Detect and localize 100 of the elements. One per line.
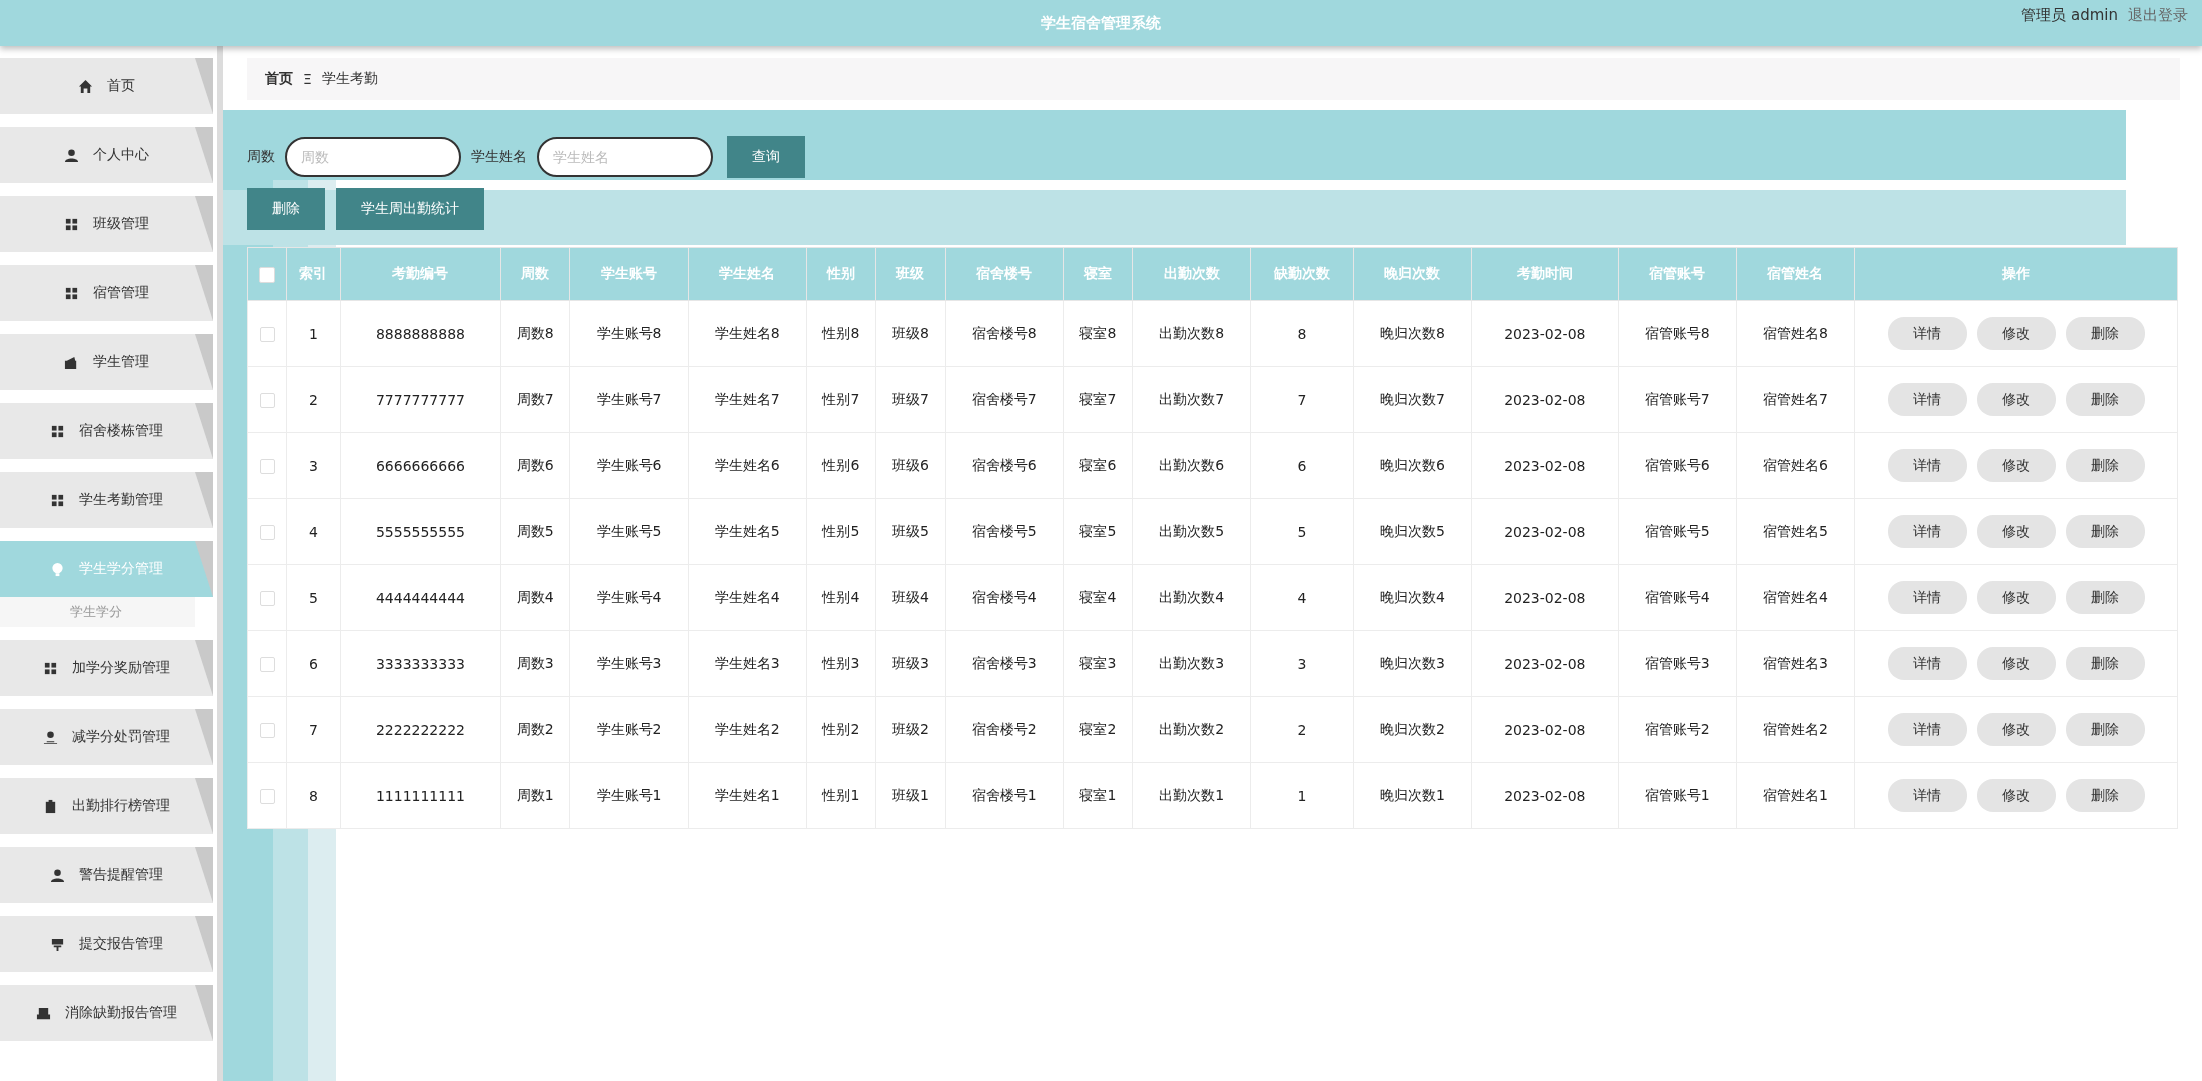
sidebar-item[interactable]: 宿舍楼栋管理 bbox=[0, 403, 213, 459]
search-button[interactable]: 查询 bbox=[727, 136, 805, 178]
checkbox[interactable] bbox=[259, 524, 275, 540]
table-cell: 2023-02-08 bbox=[1471, 366, 1619, 433]
menu-icon bbox=[43, 729, 58, 745]
table-cell: 6 bbox=[1250, 432, 1354, 499]
table-cell: 2 bbox=[1250, 696, 1354, 763]
table-cell: 宿管账号4 bbox=[1618, 564, 1737, 631]
table-cell: 宿管姓名2 bbox=[1736, 696, 1855, 763]
menu-icon bbox=[64, 285, 79, 301]
sidebar-item[interactable]: 消除缺勤报告管理 bbox=[0, 985, 213, 1041]
checkbox[interactable] bbox=[259, 722, 275, 738]
table-cell: 班级8 bbox=[875, 300, 946, 367]
checkbox[interactable] bbox=[259, 458, 275, 474]
row-action-button[interactable]: 详情 bbox=[1887, 515, 1967, 548]
sidebar-item[interactable]: 提交报告管理 bbox=[0, 916, 213, 972]
row-action-button[interactable]: 修改 bbox=[1976, 779, 2056, 812]
table-cell: 晚归次数7 bbox=[1353, 366, 1472, 433]
checkbox[interactable] bbox=[259, 266, 275, 283]
table-cell: 晚归次数6 bbox=[1353, 432, 1472, 499]
table-cell: 4 bbox=[1250, 564, 1354, 631]
row-action-button[interactable]: 修改 bbox=[1976, 449, 2056, 482]
row-action-button[interactable]: 删除 bbox=[2065, 383, 2145, 416]
row-action-button[interactable]: 删除 bbox=[2065, 581, 2145, 614]
table-cell: 寝室6 bbox=[1063, 432, 1133, 499]
table-cell: 晚归次数5 bbox=[1353, 498, 1472, 565]
table-cell: 4444444444 bbox=[340, 564, 501, 631]
sidebar-item[interactable]: 加学分奖励管理 bbox=[0, 640, 213, 696]
checkbox[interactable] bbox=[259, 392, 275, 408]
menu-icon bbox=[36, 1005, 51, 1021]
table-cell: 2023-02-08 bbox=[1471, 630, 1619, 697]
checkbox[interactable] bbox=[259, 788, 275, 804]
table-cell: 周数1 bbox=[500, 762, 570, 829]
sidebar-item[interactable]: 宿管管理 bbox=[0, 265, 213, 321]
row-action-button[interactable]: 删除 bbox=[2065, 647, 2145, 680]
table-cell: 班级6 bbox=[875, 432, 946, 499]
checkbox[interactable] bbox=[259, 656, 275, 672]
row-action-button[interactable]: 修改 bbox=[1976, 647, 2056, 680]
checkbox[interactable] bbox=[259, 590, 275, 606]
row-action-button[interactable]: 修改 bbox=[1976, 581, 2056, 614]
row-action-button[interactable]: 修改 bbox=[1976, 713, 2056, 746]
row-action-button[interactable]: 修改 bbox=[1976, 515, 2056, 548]
table-cell: 学生姓名3 bbox=[688, 630, 807, 697]
table-cell: 性别3 bbox=[806, 630, 876, 697]
toolbar-button[interactable]: 删除 bbox=[247, 188, 325, 230]
table-cell: 2023-02-08 bbox=[1471, 432, 1619, 499]
breadcrumb-item[interactable]: 首页 bbox=[265, 70, 293, 88]
table-cell: 学生账号7 bbox=[569, 366, 689, 433]
field-label: 学生姓名 bbox=[471, 148, 527, 166]
logout-link[interactable]: 退出登录 bbox=[2128, 6, 2188, 25]
row-action-button[interactable]: 详情 bbox=[1887, 713, 1967, 746]
table-cell: 宿管姓名3 bbox=[1736, 630, 1855, 697]
table-cell: 班级7 bbox=[875, 366, 946, 433]
row-action-button[interactable]: 详情 bbox=[1887, 581, 1967, 614]
sidebar-item[interactable]: 学生考勤管理 bbox=[0, 472, 213, 528]
table-cell: 出勤次数8 bbox=[1132, 300, 1251, 367]
search-field[interactable]: 周数 bbox=[285, 137, 461, 177]
column-header: 考勤编号 bbox=[340, 247, 501, 301]
sidebar-item[interactable]: 减学分处罚管理 bbox=[0, 709, 213, 765]
table-cell: 宿管姓名8 bbox=[1736, 300, 1855, 367]
row-action-button[interactable]: 详情 bbox=[1887, 647, 1967, 680]
sidebar-item[interactable]: 警告提醒管理 bbox=[0, 847, 213, 903]
column-header: 晚归次数 bbox=[1353, 247, 1472, 301]
table-cell: 班级2 bbox=[875, 696, 946, 763]
table-cell: 学生姓名2 bbox=[688, 696, 807, 763]
table-cell: 2023-02-08 bbox=[1471, 498, 1619, 565]
table-cell: 周数2 bbox=[500, 696, 570, 763]
sidebar-item[interactable]: 首页 bbox=[0, 58, 213, 114]
search-field[interactable]: 学生姓名 bbox=[537, 137, 713, 177]
row-action-button[interactable]: 修改 bbox=[1976, 383, 2056, 416]
row-action-button[interactable]: 修改 bbox=[1976, 317, 2056, 350]
row-action-button[interactable]: 删除 bbox=[2065, 449, 2145, 482]
table-cell: 3333333333 bbox=[340, 630, 501, 697]
sidebar-item[interactable]: 个人中心 bbox=[0, 127, 213, 183]
table-cell: 性别7 bbox=[806, 366, 876, 433]
row-action-button[interactable]: 详情 bbox=[1887, 449, 1967, 482]
row-action-button[interactable]: 详情 bbox=[1887, 779, 1967, 812]
table-cell: 周数5 bbox=[500, 498, 570, 565]
table-cell: 宿管账号2 bbox=[1618, 696, 1737, 763]
row-action-button[interactable]: 删除 bbox=[2065, 317, 2145, 350]
row-action-button[interactable]: 详情 bbox=[1887, 317, 1967, 350]
sidebar-item[interactable]: 出勤排行榜管理 bbox=[0, 778, 213, 834]
table-cell: 6666666666 bbox=[340, 432, 501, 499]
table-cell: 出勤次数1 bbox=[1132, 762, 1251, 829]
checkbox[interactable] bbox=[259, 326, 275, 342]
column-header: 缺勤次数 bbox=[1250, 247, 1354, 301]
table-cell: 学生姓名7 bbox=[688, 366, 807, 433]
row-action-button[interactable]: 删除 bbox=[2065, 713, 2145, 746]
column-header: 性别 bbox=[806, 247, 876, 301]
sidebar-item[interactable]: 班级管理 bbox=[0, 196, 213, 252]
row-action-button[interactable]: 删除 bbox=[2065, 779, 2145, 812]
table-cell: 宿管账号7 bbox=[1618, 366, 1737, 433]
row-action-button[interactable]: 删除 bbox=[2065, 515, 2145, 548]
toolbar-button[interactable]: 学生周出勤统计 bbox=[336, 188, 484, 230]
sidebar-item[interactable]: 学生管理 bbox=[0, 334, 213, 390]
table-cell: 宿管姓名4 bbox=[1736, 564, 1855, 631]
table-cell: 2023-02-08 bbox=[1471, 564, 1619, 631]
table-cell: 2 bbox=[286, 366, 341, 433]
row-action-button[interactable]: 详情 bbox=[1887, 383, 1967, 416]
table-cell: 2023-02-08 bbox=[1471, 762, 1619, 829]
